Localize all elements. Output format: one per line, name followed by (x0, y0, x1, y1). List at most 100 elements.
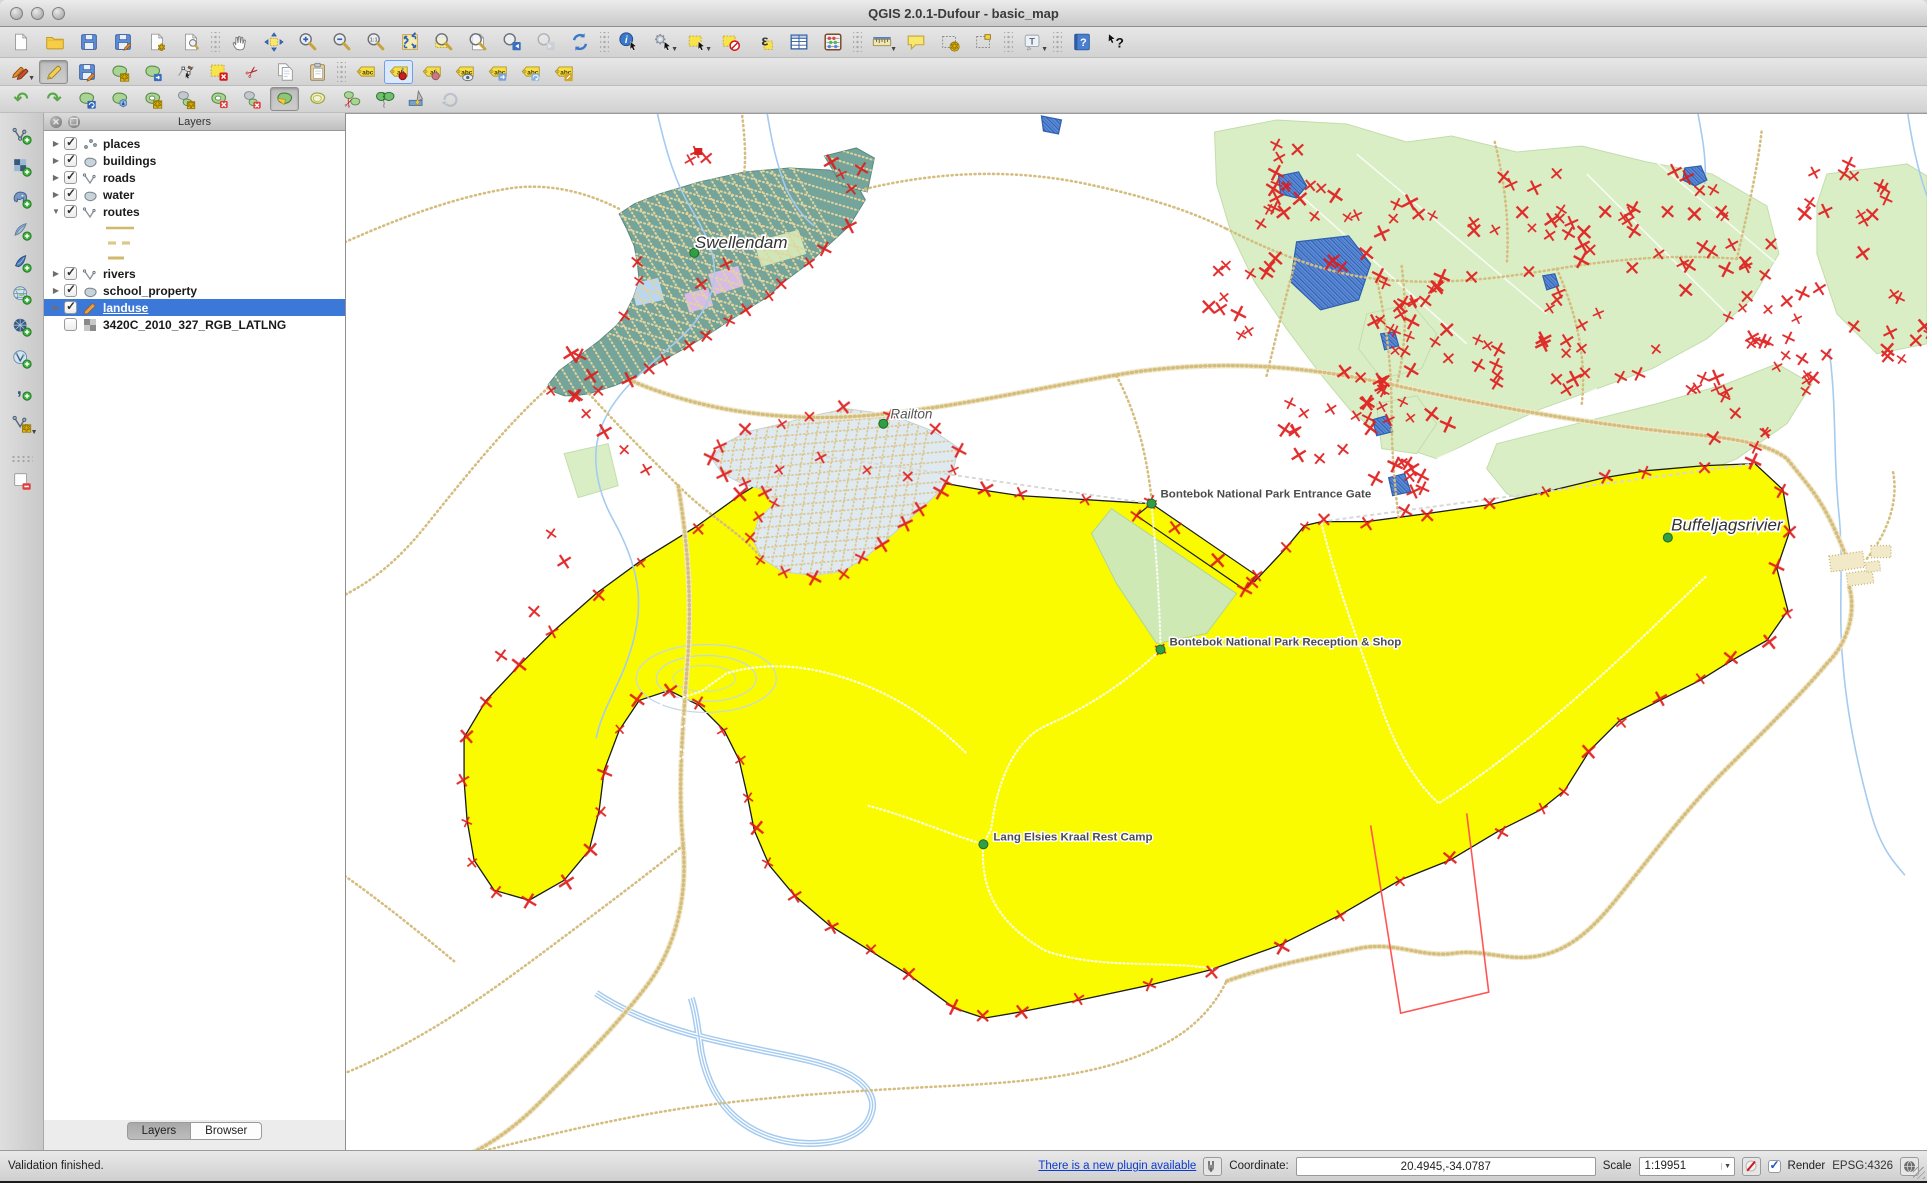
map-tips-button[interactable] (901, 29, 931, 55)
add-wfs-layer-button[interactable] (6, 344, 38, 374)
layer-visibility-checkbox[interactable] (64, 318, 77, 331)
panel-tab-layers[interactable]: Layers (127, 1122, 192, 1140)
reshape-features-button[interactable] (270, 87, 299, 111)
new-bookmark-button[interactable]: ✱ (935, 29, 965, 55)
new-shapefile-layer-button[interactable]: ✱▼ (6, 408, 38, 438)
pan-map-button[interactable] (225, 29, 255, 55)
layer-item-school_property[interactable]: ▶school_property (44, 282, 345, 299)
identify-button[interactable]: i (614, 29, 644, 55)
layer-item-roads[interactable]: ▶roads (44, 169, 345, 186)
toggle-editing-button[interactable] (39, 60, 68, 84)
stop-render-icon[interactable] (1742, 1157, 1761, 1176)
rotate-point-symbols-button[interactable] (435, 87, 464, 111)
add-delimited-text-layer-button[interactable]: , (6, 376, 38, 406)
expand-icon[interactable]: ▶ (50, 190, 62, 199)
rotate-label-button[interactable]: abc (516, 60, 545, 84)
move-label-button[interactable]: abc (483, 60, 512, 84)
merge-attributes-button[interactable] (402, 87, 431, 111)
help-contents-button[interactable]: ? (1067, 29, 1097, 55)
zoom-last-button[interactable] (497, 29, 527, 55)
new-project-button[interactable] (6, 29, 36, 55)
refresh-button[interactable] (565, 29, 595, 55)
measure-button[interactable]: ▼ (867, 29, 897, 55)
layer-visibility-checkbox[interactable] (64, 137, 77, 150)
feature-action-button[interactable]: ▼ (648, 29, 678, 55)
add-raster-layer-button[interactable] (6, 152, 38, 182)
new-plugin-link[interactable]: There is a new plugin available (1038, 1160, 1196, 1172)
delete-ring-button[interactable] (204, 87, 233, 111)
move-feature-button[interactable] (138, 60, 167, 84)
save-layer-edits-button[interactable] (72, 60, 101, 84)
select-expression-button[interactable]: ε (750, 29, 780, 55)
add-wms-layer-button[interactable] (6, 280, 38, 310)
redo-button[interactable]: ↷ (39, 87, 68, 111)
current-edits-button[interactable]: ▼ (6, 60, 35, 84)
plugin-icon[interactable] (1203, 1157, 1222, 1176)
layer-item-3420C_2010_327_RGB_LATLNG[interactable]: 3420C_2010_327_RGB_LATLNG (44, 316, 345, 333)
layer-item-landuse[interactable]: ▶landuse (44, 299, 345, 316)
expand-icon[interactable]: ▶ (50, 156, 62, 165)
remove-layer-button[interactable] (6, 466, 38, 496)
new-composer-button[interactable]: ✱ (142, 29, 172, 55)
layer-visibility-checkbox[interactable] (64, 154, 77, 167)
split-parts-button[interactable] (369, 87, 398, 111)
rotate-feature-button[interactable] (72, 87, 101, 111)
panel-tab-browser[interactable]: Browser (191, 1122, 262, 1140)
zoom-native-button[interactable]: 1:1 (361, 29, 391, 55)
layer-visibility-checkbox[interactable] (64, 267, 77, 280)
expand-icon[interactable]: ▶ (50, 173, 62, 182)
add-vector-layer-button[interactable] (6, 120, 38, 150)
open-project-button[interactable] (40, 29, 70, 55)
delete-part-button[interactable] (237, 87, 266, 111)
layer-visibility-checkbox[interactable] (64, 284, 77, 297)
layer-item-places[interactable]: ▶places (44, 135, 345, 152)
field-calculator-button[interactable] (818, 29, 848, 55)
zoom-next-button[interactable] (531, 29, 561, 55)
map-canvas[interactable]: SwellendamRailtonBontebok National Park … (346, 113, 1927, 1150)
layer-item-routes[interactable]: ▼routes (44, 203, 345, 220)
pan-to-selection-button[interactable] (259, 29, 289, 55)
show-bookmarks-button[interactable] (969, 29, 999, 55)
zoom-full-button[interactable] (395, 29, 425, 55)
layer-visibility-checkbox[interactable] (64, 171, 77, 184)
save-project-button[interactable] (74, 29, 104, 55)
add-spatialite-layer-button[interactable] (6, 216, 38, 246)
simplify-feature-button[interactable] (105, 87, 134, 111)
expand-icon[interactable]: ▶ (50, 303, 62, 312)
zoom-in-button[interactable] (293, 29, 323, 55)
deselect-all-button[interactable] (716, 29, 746, 55)
node-tool-button[interactable] (171, 60, 200, 84)
show-hide-labels-button[interactable]: abc (450, 60, 479, 84)
offset-curve-button[interactable] (303, 87, 332, 111)
layer-visibility-checkbox[interactable] (64, 188, 77, 201)
scale-combo[interactable]: 1:19951 ▼ (1639, 1157, 1735, 1176)
expand-icon[interactable]: ▶ (50, 269, 62, 278)
add-wcs-layer-button[interactable] (6, 312, 38, 342)
copy-features-button[interactable] (270, 60, 299, 84)
resize-grip[interactable] (1913, 1167, 1925, 1179)
layer-visibility-checkbox[interactable] (64, 205, 77, 218)
whats-this-button[interactable]: ? (1101, 29, 1131, 55)
highlight-pinned-labels-button[interactable]: ab (417, 60, 446, 84)
text-annotation-button[interactable]: T▼ (1018, 29, 1048, 55)
undo-button[interactable]: ↶ (6, 87, 35, 111)
zoom-out-button[interactable] (327, 29, 357, 55)
change-label-button[interactable]: abc (549, 60, 578, 84)
expand-icon[interactable]: ▶ (50, 139, 62, 148)
zoom-to-layer-button[interactable] (463, 29, 493, 55)
select-features-button[interactable]: ▼ (682, 29, 712, 55)
scale-dropdown-icon[interactable]: ▼ (1721, 1163, 1734, 1170)
split-features-button[interactable]: ✂ (336, 87, 365, 111)
cut-features-button[interactable]: ✂ (237, 60, 266, 84)
paste-features-button[interactable] (303, 60, 332, 84)
add-feature-button[interactable]: ✱ (105, 60, 134, 84)
layer-item-buildings[interactable]: ▶buildings (44, 152, 345, 169)
add-mssql-layer-button[interactable] (6, 248, 38, 278)
pin-labels-button[interactable]: ab (384, 60, 413, 84)
expand-icon[interactable]: ▶ (50, 286, 62, 295)
add-postgis-layer-button[interactable] (6, 184, 38, 214)
add-ring-button[interactable]: ✱ (138, 87, 167, 111)
attribute-table-button[interactable] (784, 29, 814, 55)
layer-visibility-checkbox[interactable] (64, 301, 77, 314)
layer-item-water[interactable]: ▶water (44, 186, 345, 203)
